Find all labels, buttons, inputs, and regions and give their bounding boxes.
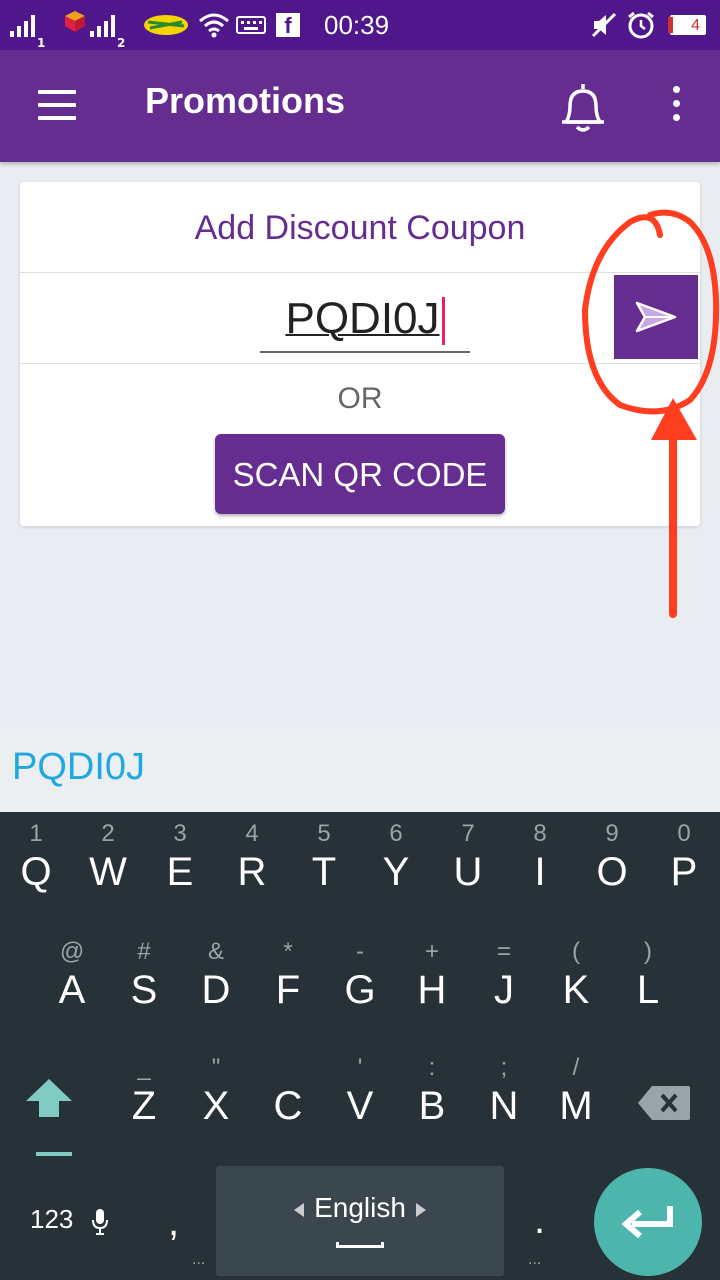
or-divider: OR xyxy=(337,382,383,415)
text-cursor xyxy=(441,297,445,346)
backspace-key[interactable] xyxy=(636,1084,700,1134)
language-label: English xyxy=(314,1192,406,1223)
key-d[interactable]: & D xyxy=(180,930,252,1030)
coupon-card: Add Discount Coupon PQDI0J OR SCAN QR CO… xyxy=(20,182,700,526)
key-p[interactable]: 0P xyxy=(648,812,720,912)
enter-key[interactable] xyxy=(594,1168,702,1276)
comma-key[interactable]: , xyxy=(168,1200,179,1245)
key-v[interactable]: ' V xyxy=(324,1046,396,1146)
key-l[interactable]: ) L xyxy=(612,930,684,1030)
key-y[interactable]: 6Y xyxy=(360,812,432,912)
backspace-icon xyxy=(638,1086,690,1120)
signal-icon xyxy=(10,13,35,37)
coupon-row: PQDI0J xyxy=(20,273,700,364)
wifi-icon xyxy=(198,0,230,50)
coupon-code-value: PQDI0J xyxy=(285,294,440,343)
suggestion-strip: PQDI0J xyxy=(0,728,720,812)
send-icon xyxy=(635,301,677,333)
keyboard-icon xyxy=(236,0,266,50)
space-bar-icon xyxy=(336,1242,384,1248)
enter-icon xyxy=(621,1206,673,1239)
key-f[interactable]: * F xyxy=(252,930,324,1030)
key-k[interactable]: (K xyxy=(540,930,612,1030)
space-key-label-row: English xyxy=(216,1192,504,1224)
sim2-label: 2 xyxy=(117,36,126,50)
status-bar: 1 2 f 00:39 4 xyxy=(0,0,720,50)
key-s[interactable]: # S xyxy=(108,930,180,1030)
key-w[interactable]: 2W xyxy=(72,812,144,912)
coupon-code-input[interactable]: PQDI0J xyxy=(260,283,470,353)
facebook-icon: f xyxy=(276,0,300,50)
card-title: Add Discount Coupon xyxy=(20,182,700,273)
microphone-icon[interactable] xyxy=(92,1208,108,1236)
key-u[interactable]: 7U xyxy=(432,812,504,912)
app-bar: Promotions xyxy=(0,50,720,162)
page-title: Promotions xyxy=(145,80,346,121)
overflow-menu-icon[interactable] xyxy=(668,86,684,126)
key-i[interactable]: 8I xyxy=(504,812,576,912)
language-next-icon xyxy=(415,1202,426,1217)
key-h[interactable]: + H xyxy=(396,930,468,1030)
comma-more-dots: ... xyxy=(192,1252,206,1268)
clock: 00:39 xyxy=(324,9,390,40)
key-z[interactable]: _ Z xyxy=(108,1046,180,1146)
shift-indicator xyxy=(36,1152,72,1156)
submit-coupon-button[interactable] xyxy=(614,275,698,359)
key-n[interactable]: ; N xyxy=(468,1046,540,1146)
signal-icon-2 xyxy=(90,13,115,37)
key-m[interactable]: / M xyxy=(540,1046,612,1146)
key-c[interactable]: C xyxy=(252,1046,324,1146)
space-key[interactable]: English xyxy=(216,1166,504,1276)
key-q[interactable]: 1Q xyxy=(0,812,72,912)
suggestion-word[interactable]: PQDI0J xyxy=(12,746,145,789)
symbols-key[interactable]: 123 xyxy=(30,1204,73,1235)
carrier-logo-icon xyxy=(62,0,88,50)
key-j[interactable]: = J xyxy=(468,930,540,1030)
battery-icon: 4 xyxy=(668,0,706,50)
menu-icon[interactable] xyxy=(38,90,76,120)
key-o[interactable]: 9O xyxy=(576,812,648,912)
key-g[interactable]: -G xyxy=(324,930,396,1030)
language-prev-icon xyxy=(294,1202,305,1217)
key-r[interactable]: 4R xyxy=(216,812,288,912)
shift-arrow-icon xyxy=(26,1079,72,1117)
scan-qr-code-button[interactable]: SCAN QR CODE xyxy=(215,434,505,514)
key-x[interactable]: " X xyxy=(180,1046,252,1146)
mute-icon xyxy=(590,0,618,50)
key-b[interactable]: :B xyxy=(396,1046,468,1146)
key-a[interactable]: @ A xyxy=(36,930,108,1030)
battery-level: 4 xyxy=(670,15,706,35)
signal-sim2: 2 xyxy=(90,0,125,50)
key-t[interactable]: 5T xyxy=(288,812,360,912)
signal-sim1: 1 xyxy=(10,0,45,50)
shift-key[interactable] xyxy=(24,1077,84,1157)
period-key[interactable]: . xyxy=(534,1198,545,1243)
soft-keyboard: 1Q 2W 3E 4R 5T 6Y 7U 8I 9O 0P @ A # S & D *… xyxy=(0,812,720,1280)
notification-bell-icon[interactable] xyxy=(556,80,610,136)
period-more-dots: ... xyxy=(528,1252,542,1268)
alarm-icon xyxy=(626,0,656,50)
sim1-label: 1 xyxy=(37,36,46,50)
app-notification-icon xyxy=(142,0,190,50)
facebook-label: f xyxy=(276,13,300,38)
key-e[interactable]: 3E xyxy=(144,812,216,912)
